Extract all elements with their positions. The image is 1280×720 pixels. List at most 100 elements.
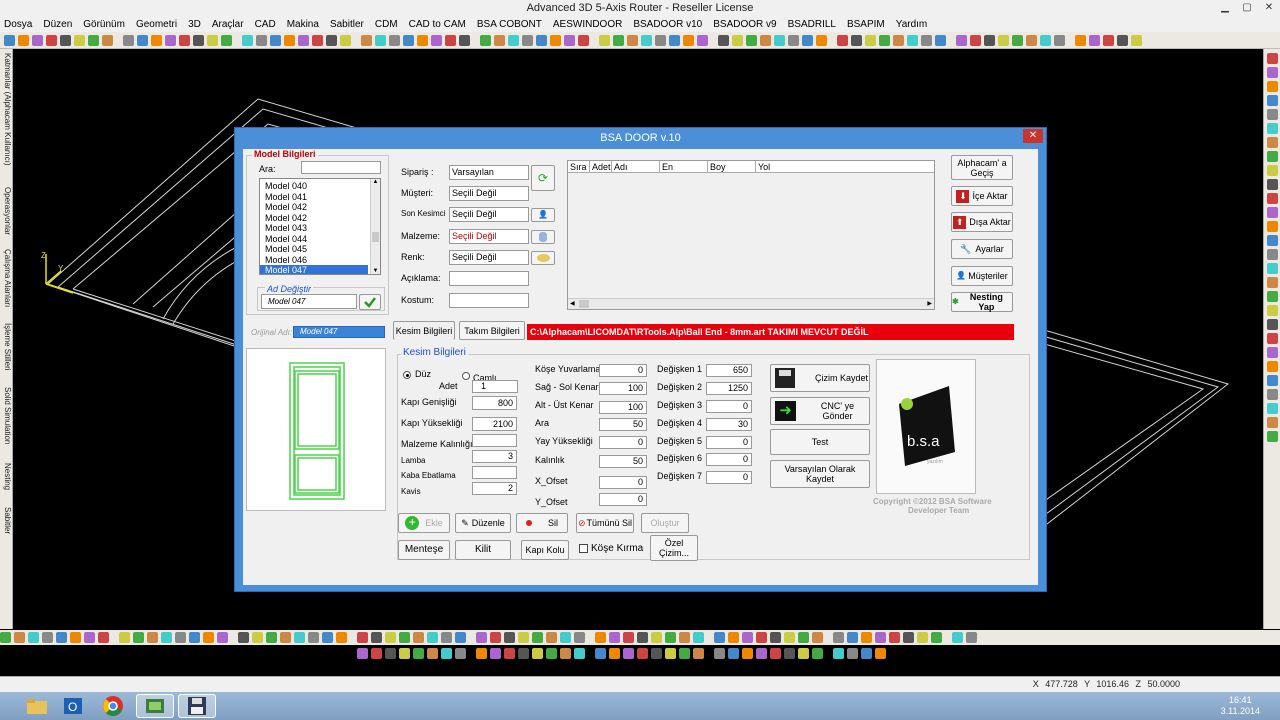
kapi-genisligi-input[interactable]: 800 <box>472 396 517 410</box>
outlook-taskbar-button[interactable]: O <box>54 694 92 718</box>
right-tool-icon[interactable] <box>1266 263 1278 274</box>
right-tool-icon[interactable] <box>1266 249 1278 260</box>
toolbar-tool-icon[interactable] <box>627 34 638 46</box>
toolbar-tool-icon[interactable] <box>770 648 781 659</box>
olustur-button[interactable]: Oluştur <box>641 513 689 533</box>
degisken-4-input[interactable]: 30 <box>706 418 752 431</box>
toolbar-tool-icon[interactable] <box>252 632 263 643</box>
menu-item-12[interactable]: AESWINDOOR <box>553 19 622 30</box>
varsayilan-kaydet-button[interactable]: Varsayılan Olarak Kaydet <box>770 460 870 488</box>
menu-item-14[interactable]: BSADOOR v9 <box>713 19 776 30</box>
malzeme-input[interactable]: Seçili Değil <box>449 229 529 244</box>
toolbar-tool-icon[interactable] <box>399 648 410 659</box>
right-tool-icon[interactable] <box>1266 291 1278 302</box>
toolbar-tool-icon[interactable] <box>385 632 396 643</box>
toolbar-tool-icon[interactable] <box>732 34 743 46</box>
toolbar-tool-icon[interactable] <box>851 34 862 46</box>
chrome-taskbar-button[interactable] <box>94 694 132 718</box>
toolbar-tool-icon[interactable] <box>592 35 596 46</box>
ice-aktar-button[interactable]: ⬇ İçe Aktar <box>951 186 1013 206</box>
cnc-gonder-button[interactable]: ➜ CNC' ye Gönder <box>770 397 870 425</box>
orijinal-adi-field[interactable]: Model 047 <box>293 326 385 338</box>
sil-button[interactable]: Sil <box>516 513 568 533</box>
menu-item-13[interactable]: BSADOOR v10 <box>633 19 702 30</box>
toolbar-tool-icon[interactable] <box>137 34 148 46</box>
toolbar-tool-icon[interactable] <box>284 34 295 46</box>
toolbar-tool-icon[interactable] <box>490 648 501 659</box>
kapi-kolu-button[interactable]: Kapı Kolu <box>521 540 569 560</box>
toolbar-tool-icon[interactable] <box>812 632 823 643</box>
model-list-item[interactable]: Model 047 <box>260 265 368 274</box>
toolbar-tool-icon[interactable] <box>417 34 428 46</box>
toolbar-tool-icon[interactable] <box>564 34 575 46</box>
toolbar-tool-icon[interactable] <box>651 648 662 659</box>
toolbar-tool-icon[interactable] <box>522 34 533 46</box>
alt-ust-kenar-input[interactable]: 100 <box>599 401 647 414</box>
model-list-item[interactable]: Model 046 <box>260 255 368 266</box>
toolbar-tool-icon[interactable] <box>697 34 708 46</box>
toolbar-tool-icon[interactable] <box>14 632 25 643</box>
toolbar-tool-icon[interactable] <box>679 632 690 643</box>
ekle-button[interactable]: + Ekle <box>398 513 450 533</box>
ara-input[interactable]: 50 <box>599 418 647 431</box>
duzenle-button[interactable]: ✎ Düzenle <box>455 513 511 533</box>
rename-input[interactable]: Model 047 <box>261 294 357 309</box>
menu-item-10[interactable]: CAD to CAM <box>409 19 466 30</box>
alphacam-gecis-button[interactable]: Alphacam' a Geçiş <box>951 155 1013 180</box>
toolbar-tool-icon[interactable] <box>480 34 491 46</box>
toolbar-tool-icon[interactable] <box>445 34 456 46</box>
tab-kesim-bilgileri[interactable]: Kesim Bilgileri <box>393 321 455 340</box>
toolbar-tool-icon[interactable] <box>221 34 232 46</box>
tumunu-sil-button[interactable]: ⊘ Tümünü Sil <box>576 513 634 533</box>
toolbar-tool-icon[interactable] <box>119 632 130 643</box>
col-en[interactable]: En <box>660 161 708 173</box>
toolbar-tool-icon[interactable] <box>707 648 711 659</box>
toolbar-tool-icon[interactable] <box>389 34 400 46</box>
right-tool-icon[interactable] <box>1266 137 1278 148</box>
kilit-button[interactable]: Kilit <box>455 540 511 560</box>
lamba-input[interactable]: 3 <box>472 450 517 463</box>
menu-item-7[interactable]: Makina <box>287 19 319 30</box>
toolbar-tool-icon[interactable] <box>326 34 337 46</box>
right-tool-icon[interactable] <box>1266 389 1278 400</box>
right-tool-icon[interactable] <box>1266 361 1278 372</box>
toolbar-tool-icon[interactable] <box>637 632 648 643</box>
toolbar-tool-icon[interactable] <box>861 648 872 659</box>
toolbar-tool-icon[interactable] <box>60 34 71 46</box>
toolbar-tool-icon[interactable] <box>32 34 43 46</box>
col-adi[interactable]: Adı <box>612 161 660 173</box>
explorer-taskbar-button[interactable] <box>18 694 56 718</box>
toolbar-tool-icon[interactable] <box>693 648 704 659</box>
toolbar-tool-icon[interactable] <box>536 34 547 46</box>
toolbar-tool-icon[interactable] <box>560 648 571 659</box>
toolbar-tool-icon[interactable] <box>816 34 827 46</box>
tab-work-areas[interactable]: Çalışma Alanları <box>1 249 12 319</box>
toolbar-tool-icon[interactable] <box>1131 34 1142 46</box>
toolbar-tool-icon[interactable] <box>917 632 928 643</box>
toolbar-tool-icon[interactable] <box>399 632 410 643</box>
toolbar-tool-icon[interactable] <box>350 632 354 643</box>
right-tool-icon[interactable] <box>1266 375 1278 386</box>
toolbar-tool-icon[interactable] <box>532 632 543 643</box>
toolbar-tool-icon[interactable] <box>921 34 932 46</box>
toolbar-tool-icon[interactable] <box>403 34 414 46</box>
tab-constants[interactable]: Sabitler <box>1 507 12 552</box>
toolbar-tool-icon[interactable] <box>371 648 382 659</box>
toolbar-tool-icon[interactable] <box>1075 34 1086 46</box>
kose-kirma-checkbox[interactable] <box>579 544 588 553</box>
son-kesimci-input[interactable]: Seçili Değil <box>449 207 529 222</box>
right-tool-icon[interactable] <box>1266 333 1278 344</box>
close-window-button[interactable]: ✕ <box>1258 0 1280 16</box>
toolbar-tool-icon[interactable] <box>623 632 634 643</box>
toolbar-tool-icon[interactable] <box>165 34 176 46</box>
toolbar-tool-icon[interactable] <box>837 34 848 46</box>
right-tool-icon[interactable] <box>1266 431 1278 442</box>
right-tool-icon[interactable] <box>1266 179 1278 190</box>
toolbar-tool-icon[interactable] <box>494 34 505 46</box>
kalinlik-input[interactable]: 50 <box>599 455 647 468</box>
toolbar-tool-icon[interactable] <box>574 632 585 643</box>
right-tool-icon[interactable] <box>1266 67 1278 78</box>
toolbar-tool-icon[interactable] <box>1054 34 1065 46</box>
toolbar-tool-icon[interactable] <box>294 632 305 643</box>
toolbar-tool-icon[interactable] <box>427 648 438 659</box>
